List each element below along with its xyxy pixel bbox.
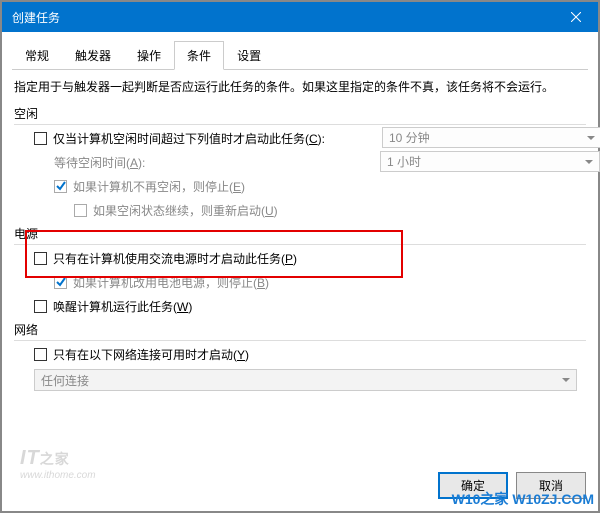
section-power-label: 电源 xyxy=(14,225,588,242)
network-connection-select[interactable]: 任何连接 xyxy=(34,369,577,391)
watermark-brand: IT之家 www.ithome.com xyxy=(20,447,96,481)
idle-duration-value: 10 分钟 xyxy=(389,129,430,146)
chevron-down-icon xyxy=(585,160,593,164)
network-connection-value: 任何连接 xyxy=(41,372,89,389)
idle-stop-label: 如果计算机不再空闲，则停止(E) xyxy=(73,178,245,195)
idle-wait-row: 等待空闲时间(A): 1 小时 xyxy=(54,151,588,173)
idle-wait-select[interactable]: 1 小时 xyxy=(380,151,600,172)
chevron-down-icon xyxy=(562,378,570,382)
idle-start-label: 仅当计算机空闲时间超过下列值时才启动此任务(C): xyxy=(53,130,325,147)
idle-restart-label: 如果空闲状态继续，则重新启动(U) xyxy=(93,202,278,219)
divider xyxy=(14,244,586,245)
power-battery-label: 如果计算机改用电池电源，则停止(B) xyxy=(73,274,269,291)
close-icon xyxy=(571,12,581,22)
idle-stop-row: 如果计算机不再空闲，则停止(E) xyxy=(54,175,588,197)
power-wake-checkbox[interactable] xyxy=(34,300,47,313)
watermark-footer: W10之家 W10ZJ.COM xyxy=(452,489,594,509)
section-idle-label: 空闲 xyxy=(14,105,588,122)
window-title: 创建任务 xyxy=(12,9,553,26)
idle-wait-value: 1 小时 xyxy=(387,153,421,170)
network-only-checkbox[interactable] xyxy=(34,348,47,361)
close-button[interactable] xyxy=(553,2,598,32)
power-ac-checkbox[interactable] xyxy=(34,252,47,265)
idle-duration-select[interactable]: 10 分钟 xyxy=(382,127,600,148)
tab-conditions[interactable]: 条件 xyxy=(174,41,224,70)
idle-restart-row: 如果空闲状态继续，则重新启动(U) xyxy=(74,199,588,221)
chevron-down-icon xyxy=(587,136,595,140)
power-wake-row: 唤醒计算机运行此任务(W) xyxy=(34,295,588,317)
idle-restart-checkbox[interactable] xyxy=(74,204,87,217)
tab-triggers[interactable]: 触发器 xyxy=(62,41,124,70)
power-battery-row: 如果计算机改用电池电源，则停止(B) xyxy=(54,271,588,293)
idle-start-checkbox[interactable] xyxy=(34,132,47,145)
power-ac-label: 只有在计算机使用交流电源时才启动此任务(P) xyxy=(53,250,297,267)
power-wake-label: 唤醒计算机运行此任务(W) xyxy=(53,298,192,315)
tab-settings[interactable]: 设置 xyxy=(224,41,274,70)
divider xyxy=(14,124,586,125)
network-only-label: 只有在以下网络连接可用时才启动(Y) xyxy=(53,346,249,363)
titlebar: 创建任务 xyxy=(2,2,598,32)
tab-actions[interactable]: 操作 xyxy=(124,41,174,70)
power-ac-row: 只有在计算机使用交流电源时才启动此任务(P) xyxy=(34,247,588,269)
section-network-label: 网络 xyxy=(14,321,588,338)
dialog-content: 常规 触发器 操作 条件 设置 指定用于与触发器一起判断是否应运行此任务的条件。… xyxy=(2,32,598,511)
idle-stop-checkbox[interactable] xyxy=(54,180,67,193)
tab-general[interactable]: 常规 xyxy=(12,41,62,70)
tab-bar: 常规 触发器 操作 条件 设置 xyxy=(12,40,588,70)
idle-wait-label: 等待空闲时间(A): xyxy=(54,154,145,171)
idle-start-row: 仅当计算机空闲时间超过下列值时才启动此任务(C): 10 分钟 xyxy=(34,127,588,149)
network-only-row: 只有在以下网络连接可用时才启动(Y) xyxy=(34,343,588,365)
description-text: 指定用于与触发器一起判断是否应运行此任务的条件。如果这里指定的条件不真，该任务将… xyxy=(14,78,586,95)
power-battery-checkbox[interactable] xyxy=(54,276,67,289)
divider xyxy=(14,340,586,341)
